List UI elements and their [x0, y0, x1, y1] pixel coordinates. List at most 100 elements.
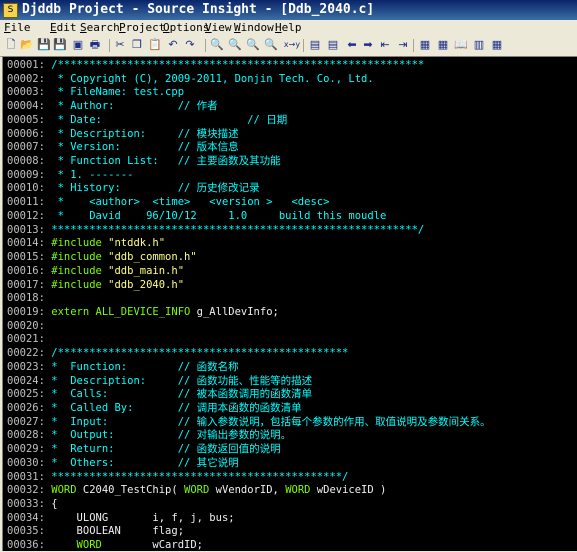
line-number: 00021: — [7, 333, 45, 346]
menu-project[interactable]: Project — [119, 21, 165, 35]
copy-icon[interactable]: ❐ — [130, 38, 144, 52]
code-token-plain: BOOLEAN flag; — [44, 525, 185, 538]
bookmark-toggle-icon[interactable]: ▤ — [326, 38, 340, 52]
code-token-plain: wCardID; — [152, 539, 203, 552]
cut-icon[interactable]: ✂ — [113, 38, 127, 52]
code-token-comment: * Copyright (C), 2009-2011, Donjin Tech.… — [44, 72, 374, 85]
code-token-comment: /***************************************… — [44, 347, 349, 360]
toolbar-separator — [205, 39, 206, 52]
code-token-kw: extern ALL_DEVICE_INFO — [44, 305, 197, 318]
code-token-comment: /***************************************… — [44, 59, 425, 71]
search-icon[interactable]: 🔍 — [210, 38, 224, 52]
code-line: 00004: * Author: // 作者 — [7, 99, 218, 113]
line-number: 00019: — [7, 305, 45, 318]
search-backward-icon[interactable]: 🔍 — [228, 38, 242, 52]
close-file-icon[interactable]: ▣ — [71, 38, 85, 52]
open-folder-icon[interactable]: 📂 — [20, 38, 34, 52]
window-title: Djddb Project - Source Insight - [Ddb_20… — [22, 2, 375, 17]
code-token-comment: * David 96/10/12 1.0 build this moudle — [44, 209, 387, 222]
menu-view[interactable]: View — [205, 21, 232, 35]
line-number: 00031: — [7, 470, 45, 483]
menu-edit[interactable]: Edit — [50, 21, 77, 35]
code-line: 00030: * Others: // 其它说明 — [7, 456, 239, 470]
undo-icon[interactable]: ↶ — [166, 38, 180, 52]
code-token-kw: WORD — [184, 484, 216, 497]
replace-icon[interactable]: x→y — [283, 38, 301, 52]
code-token-comment: * History: // 历史修改记录 — [44, 182, 260, 195]
menu-search[interactable]: Search — [80, 21, 120, 35]
menu-window[interactable]: Window — [234, 21, 274, 35]
code-editor[interactable]: 00001: /********************************… — [2, 56, 577, 551]
line-number: 00025: — [7, 388, 45, 401]
code-line: 00026: * Called By: // 调用本函数的函数清单 — [7, 401, 302, 415]
line-number: 00030: — [7, 456, 45, 469]
redo-icon[interactable]: ↷ — [183, 38, 197, 52]
line-number: 00032: — [7, 484, 45, 497]
line-number: 00034: — [7, 511, 45, 524]
line-number: 00003: — [7, 86, 45, 99]
line-number: 00011: — [7, 196, 45, 209]
code-token-comment: * 1. ------- — [44, 168, 134, 181]
save-all-icon[interactable]: 💾 — [53, 38, 67, 52]
jump-back-icon[interactable]: ⇤ — [378, 38, 392, 52]
line-number: 00010: — [7, 182, 45, 195]
symbol-window-icon[interactable]: ▦ — [418, 38, 432, 52]
line-number: 00028: — [7, 429, 45, 442]
code-token-comment: * Date: // 日期 — [44, 113, 288, 126]
code-line: 00028: * Output: // 对输出参数的说明。 — [7, 428, 291, 442]
code-line: 00003: * FileName: test.cpp — [7, 85, 184, 99]
menu-options[interactable]: Options — [163, 21, 209, 35]
toolbar: 🗋 📂 💾 💾 ▣ 🖶 ✂ ❐ 📋 ↶ ↷ 🔍 🔍 🔍 🔍 x→y ▤ ▤ ⬅ ➡ ⇤ ⇥ ▦ ▦ 📖 ▥ ▦ — [0, 36, 577, 57]
paste-icon[interactable]: 📋 — [148, 38, 162, 52]
menu-file[interactable]: File — [4, 21, 31, 35]
code-token-comment: * Input: // 输入参数说明，包括每个参数的作用、取值说明及参数间关系。 — [44, 415, 491, 428]
browse-icon[interactable]: ▥ — [472, 38, 486, 52]
line-number: 00033: — [7, 498, 45, 511]
code-token-comment: * <author> <time> <version > <desc> — [44, 196, 330, 209]
code-line: 00032: WORD C2040_TestChip( WORD wVendor… — [7, 483, 386, 497]
code-line: 00001: /********************************… — [7, 58, 424, 72]
print-icon[interactable]: 🖶 — [88, 38, 102, 52]
code-line: 00021: — [7, 332, 45, 346]
code-token-inc: #include — [44, 251, 109, 264]
code-token-kw: WORD — [44, 539, 153, 552]
relation-window-icon[interactable]: ▦ — [436, 38, 450, 52]
search-forward-icon[interactable]: 🔍 — [246, 38, 260, 52]
bookmark-icon[interactable]: ▤ — [308, 38, 322, 52]
code-token-comment: * Author: // 作者 — [44, 100, 218, 113]
code-token-plain: ULONG i, f, j, bus; — [44, 511, 235, 524]
new-file-icon[interactable]: 🗋 — [4, 38, 18, 52]
code-token-plain: wVendorID, — [215, 484, 286, 497]
code-token-str: "ddb_common.h" — [108, 251, 197, 264]
source-insight-app-icon: S — [3, 3, 18, 18]
line-number: 00018: — [7, 292, 45, 305]
code-line: 00031: *********************************… — [7, 470, 348, 484]
book-icon[interactable]: 📖 — [454, 38, 468, 52]
code-line: 00025: * Calls: // 被本函数调用的函数清单 — [7, 387, 312, 401]
code-token-comment: * Return: // 函数返回值的说明 — [44, 443, 281, 456]
line-number: 00006: — [7, 127, 45, 140]
code-line: 00029: * Return: // 函数返回值的说明 — [7, 442, 281, 456]
forward-icon[interactable]: ➡ — [361, 38, 375, 52]
line-number: 00009: — [7, 168, 45, 181]
code-line: 00023: * Function: // 函数名称 — [7, 360, 239, 374]
code-token-comment: * Called By: // 调用本函数的函数清单 — [44, 402, 302, 414]
code-token-str: "ddb_main.h" — [108, 264, 185, 277]
line-number: 00026: — [7, 402, 45, 414]
code-line: 00017: #include "ddb_2040.h" — [7, 278, 184, 292]
search-files-icon[interactable]: 🔍 — [264, 38, 278, 52]
code-token-comment: * Function List: // 主要函数及其功能 — [44, 155, 281, 168]
line-number: 00016: — [7, 264, 45, 277]
back-icon[interactable]: ⬅ — [345, 38, 359, 52]
info-icon[interactable]: ▦ — [490, 38, 504, 52]
menu-help[interactable]: Help — [275, 21, 302, 35]
jump-forward-icon[interactable]: ⇥ — [396, 38, 410, 52]
line-number: 00014: — [7, 237, 45, 250]
save-icon[interactable]: 💾 — [37, 38, 51, 52]
line-number: 00020: — [7, 319, 45, 332]
code-line: 00020: — [7, 319, 45, 333]
code-line: 00007: * Version: // 版本信息 — [7, 140, 239, 154]
title-bar: S Djddb Project - Source Insight - [Ddb_… — [0, 0, 577, 20]
code-line: 00002: * Copyright (C), 2009-2011, Donji… — [7, 72, 374, 86]
code-token-comment: ****************************************… — [44, 223, 425, 236]
